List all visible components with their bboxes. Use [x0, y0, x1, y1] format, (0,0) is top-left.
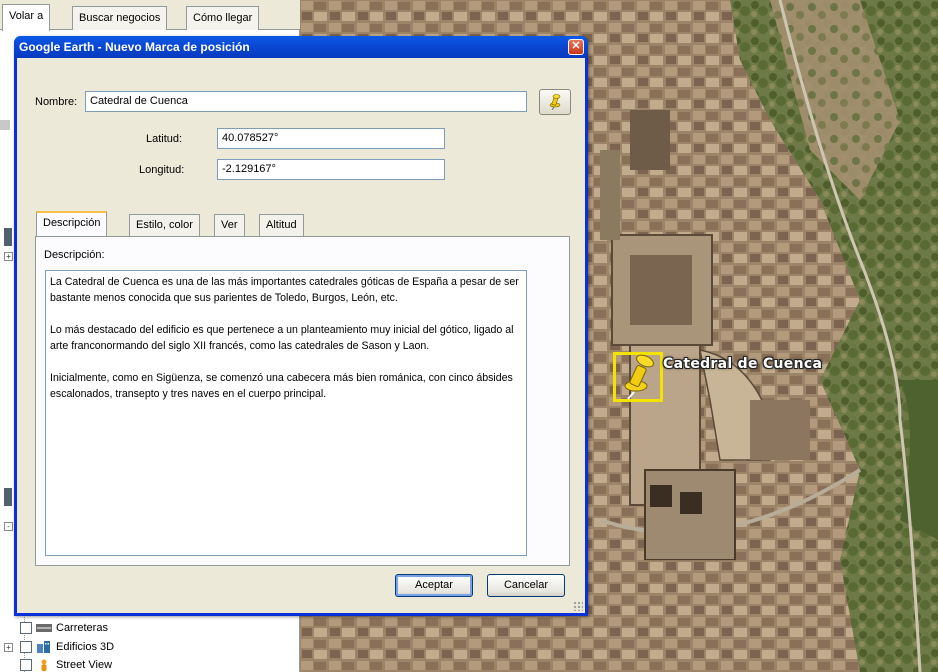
- placemark-label[interactable]: Catedral de Cuenca: [663, 356, 822, 372]
- tab-como-llegar[interactable]: Cómo llegar: [186, 6, 260, 30]
- longitude-label: Longitud:: [139, 164, 185, 176]
- buildings-3d-icon: [37, 641, 50, 653]
- layer-label: Street View: [56, 659, 113, 671]
- tab-ver[interactable]: Ver: [214, 214, 245, 236]
- expand-toggle[interactable]: -: [4, 522, 13, 531]
- tab-estilo-color[interactable]: Estilo, color: [129, 214, 200, 236]
- description-label: Descripción:: [44, 249, 105, 261]
- tab-volar-a[interactable]: Volar a: [2, 4, 51, 31]
- panel-splitter-handle[interactable]: [4, 228, 12, 246]
- tab-altitud[interactable]: Altitud: [259, 214, 304, 236]
- panel-divider: [0, 120, 10, 130]
- layer-item-roads[interactable]: Carreteras: [20, 619, 108, 637]
- resize-grip[interactable]: [573, 601, 583, 611]
- roads-icon: [36, 624, 52, 632]
- layer-item-street-view[interactable]: Street View: [20, 656, 112, 672]
- tab-descripcion[interactable]: Descripción: [36, 211, 108, 237]
- layer-checkbox[interactable]: [20, 659, 32, 671]
- description-textarea[interactable]: La Catedral de Cuenca es una de las más …: [45, 270, 527, 556]
- longitude-field[interactable]: -2.129167°: [217, 159, 445, 180]
- expand-toggle[interactable]: +: [4, 252, 13, 261]
- cancel-button[interactable]: Cancelar: [487, 574, 565, 597]
- layer-item-buildings[interactable]: Edificios 3D: [20, 638, 114, 656]
- placemark-icon-button[interactable]: [539, 89, 571, 115]
- street-view-icon: [41, 659, 47, 671]
- latitude-label: Latitud:: [146, 133, 183, 145]
- dialog-title: Google Earth - Nuevo Marca de posición: [19, 40, 250, 54]
- name-field[interactable]: Catedral de Cuenca: [85, 91, 527, 112]
- name-label: Nombre:: [35, 96, 78, 108]
- pushpin-icon[interactable]: [618, 352, 662, 400]
- latitude-field[interactable]: 40.078527°: [217, 128, 445, 149]
- description-paragraph: Lo más destacado del edificio es que per…: [50, 324, 514, 352]
- pushpin-icon: [549, 94, 561, 110]
- ok-button[interactable]: Aceptar: [395, 574, 473, 597]
- layer-checkbox[interactable]: [20, 641, 32, 653]
- layer-checkbox[interactable]: [20, 622, 32, 634]
- new-placemark-dialog: Google Earth - Nuevo Marca de posición ✕…: [14, 36, 588, 616]
- layer-label: Carreteras: [56, 622, 108, 634]
- description-paragraph: Inicialmente, como en Sigüenza, se comen…: [50, 372, 513, 400]
- panel-splitter-handle[interactable]: [4, 488, 12, 506]
- layer-label: Edificios 3D: [56, 641, 115, 653]
- search-tabs: Volar a Buscar negocios Cómo llegar: [0, 0, 300, 31]
- close-icon[interactable]: ✕: [568, 39, 584, 55]
- description-paragraph: La Catedral de Cuenca es una de las más …: [50, 276, 519, 304]
- tab-buscar-negocios[interactable]: Buscar negocios: [72, 6, 168, 30]
- expand-toggle[interactable]: +: [4, 643, 13, 652]
- dialog-titlebar[interactable]: Google Earth - Nuevo Marca de posición ✕: [14, 36, 588, 58]
